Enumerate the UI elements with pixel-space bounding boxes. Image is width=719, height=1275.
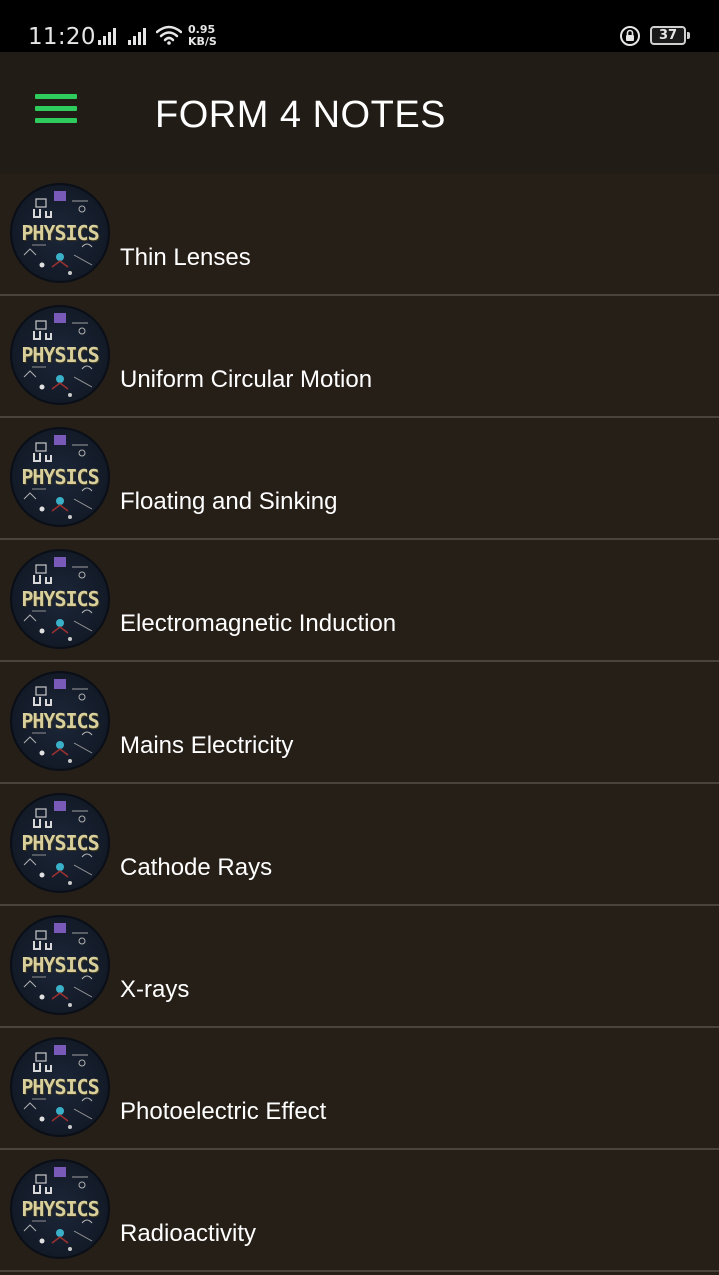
list-item-label: Uniform Circular Motion [120, 366, 373, 393]
hamburger-menu-icon[interactable] [28, 82, 84, 132]
list-item-label: Cathode Rays [120, 854, 273, 881]
signal-strength-icon [98, 28, 116, 45]
list-item-x-rays[interactable]: PHYSICS X-rays [0, 906, 719, 1028]
thumbnail-text: PHYSICS [21, 221, 99, 245]
physics-thumbnail: PHYSICS [10, 305, 110, 405]
physics-thumbnail: PHYSICS [10, 1037, 110, 1137]
physics-thumbnail: PHYSICS [10, 183, 110, 283]
list-item-cathode-rays[interactable]: PHYSICS Cathode Rays [0, 784, 719, 906]
status-time: 11:20 [28, 24, 96, 50]
signal-strength-icon-sim2 [128, 28, 146, 45]
list-item-label: Floating and Sinking [120, 488, 338, 515]
list-item-label: Thin Lenses [120, 244, 251, 271]
physics-thumbnail: PHYSICS [10, 915, 110, 1015]
list-item-label: Electromagnetic Induction [120, 610, 397, 637]
physics-thumbnail: PHYSICS [10, 1159, 110, 1259]
app-bar: FORM 4 NOTES [0, 52, 719, 174]
thumbnail-text: PHYSICS [21, 465, 99, 489]
physics-thumbnail: PHYSICS [10, 671, 110, 771]
thumbnail-text: PHYSICS [21, 343, 99, 367]
rotation-lock-icon [620, 26, 640, 46]
list-item-floating-and-sinking[interactable]: PHYSICS Floating and Sinking [0, 418, 719, 540]
list-item-uniform-circular-motion[interactable]: PHYSICS Uniform Circular Motion [0, 296, 719, 418]
network-speed-unit: KB/S [188, 35, 217, 48]
physics-thumbnail: PHYSICS [10, 427, 110, 527]
thumbnail-text: PHYSICS [21, 1075, 99, 1099]
thumbnail-text: PHYSICS [21, 587, 99, 611]
list-item-radioactivity[interactable]: PHYSICS Radioactivity [0, 1150, 719, 1272]
battery-tip [687, 32, 690, 39]
thumbnail-text: PHYSICS [21, 831, 99, 855]
physics-thumbnail: PHYSICS [10, 793, 110, 893]
wifi-icon [156, 25, 182, 45]
battery-indicator: 37 [650, 26, 686, 45]
list-item-photoelectric-effect[interactable]: PHYSICS Photoelectric Effect [0, 1028, 719, 1150]
list-item-label: Radioactivity [120, 1220, 257, 1247]
list-item-mains-electricity[interactable]: PHYSICS Mains Electricity [0, 662, 719, 784]
physics-thumbnail: PHYSICS [10, 549, 110, 649]
thumbnail-text: PHYSICS [21, 1197, 99, 1221]
page-title: FORM 4 NOTES [155, 94, 447, 136]
list-item-label: X-rays [120, 976, 190, 1003]
list-item-label: Mains Electricity [120, 732, 294, 759]
network-speed: 0.95 KB/S [188, 24, 228, 48]
thumbnail-text: PHYSICS [21, 709, 99, 733]
list-item-thin-lenses[interactable]: PHYSICS Thin Lenses [0, 174, 719, 296]
thumbnail-text: PHYSICS [21, 953, 99, 977]
list-item-label: Photoelectric Effect [120, 1098, 327, 1125]
notes-list: PHYSICS Thin Lenses PHYSICS Uniform Circ… [0, 174, 719, 1272]
status-bar: 11:20 0.95 KB/S 37 [0, 0, 719, 52]
list-item-electromagnetic-induction[interactable]: PHYSICS Electromagnetic Induction [0, 540, 719, 662]
